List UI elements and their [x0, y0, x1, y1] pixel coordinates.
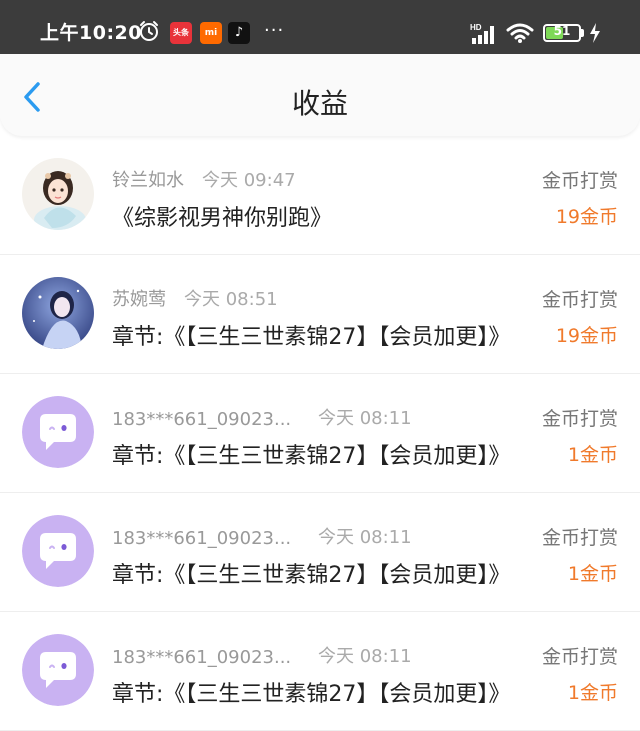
item-title: 章节:《【三生三世素锦27】【会员加更】》: [112, 563, 511, 588]
item-title: 章节:《【三生三世素锦27】【会员加更】》: [112, 444, 511, 469]
sender-name: 183***661_09023...: [112, 528, 292, 549]
alarm-icon: [140, 21, 158, 41]
header-bar: 收益: [0, 54, 640, 136]
sender-name: 183***661_09023...: [112, 647, 292, 668]
avatar[interactable]: [22, 277, 94, 349]
list-item[interactable]: 183***661_09023... 今天 08:11 章节:《【三生三世素锦27…: [0, 612, 640, 731]
battery-tip: [581, 29, 584, 37]
item-meta: 铃兰如水 今天 09:47: [112, 166, 296, 192]
sender-name: 183***661_09023...: [112, 409, 292, 430]
charging-icon: [590, 23, 600, 43]
more-notifications-icon: ···: [264, 20, 285, 41]
svg-text:HD: HD: [470, 23, 482, 32]
tiktok-app-icon: ♪: [228, 22, 250, 44]
reward-type: 金币打赏: [541, 408, 618, 430]
item-time: 今天 08:11: [318, 408, 412, 429]
sender-name: 铃兰如水: [112, 170, 184, 191]
toutiao-app-icon: 头条: [170, 22, 192, 44]
wifi-icon: [506, 23, 534, 43]
item-meta: 183***661_09023... 今天 08:11: [112, 523, 412, 549]
item-meta: 苏婉莺 今天 08:51: [112, 285, 278, 311]
reward-type: 金币打赏: [541, 646, 618, 668]
item-time: 今天 09:47: [202, 170, 296, 191]
page-title: 收益: [291, 87, 348, 120]
earnings-list: 铃兰如水 今天 09:47 《综影视男神你别跑》 金币打赏 19金币 苏婉莺 今天 …: [0, 136, 640, 731]
reward-amount: 1金币: [567, 444, 618, 466]
item-title: 《综影视男神你别跑》: [112, 206, 333, 231]
reward-amount: 19金币: [555, 325, 618, 347]
item-title: 章节:《【三生三世素锦27】【会员加更】》: [112, 325, 511, 350]
default-avatar-icon[interactable]: [22, 515, 94, 587]
default-avatar-icon[interactable]: [22, 396, 94, 468]
list-item[interactable]: 183***661_09023... 今天 08:11 章节:《【三生三世素锦27…: [0, 493, 640, 612]
item-meta: 183***661_09023... 今天 08:11: [112, 404, 412, 430]
status-time: 上午10:20: [40, 22, 142, 44]
item-meta: 183***661_09023... 今天 08:11: [112, 642, 412, 668]
status-bar: 上午10:20 头条 mi ♪ ··· HD 51: [0, 0, 640, 54]
item-time: 今天 08:11: [318, 646, 412, 667]
item-title: 章节:《【三生三世素锦27】【会员加更】》: [112, 682, 511, 707]
list-item[interactable]: 183***661_09023... 今天 08:11 章节:《【三生三世素锦27…: [0, 374, 640, 493]
mi-app-icon: mi: [200, 22, 222, 44]
item-time: 今天 08:11: [318, 527, 412, 548]
sender-name: 苏婉莺: [112, 289, 166, 310]
battery-percent: 51: [553, 24, 571, 38]
reward-type: 金币打赏: [541, 527, 618, 549]
signal-icon: HD: [470, 23, 494, 44]
battery-icon: 51: [543, 24, 581, 42]
list-item[interactable]: 铃兰如水 今天 09:47 《综影视男神你别跑》 金币打赏 19金币: [0, 136, 640, 255]
avatar[interactable]: [22, 158, 94, 230]
reward-amount: 1金币: [567, 563, 618, 585]
reward-type: 金币打赏: [541, 170, 618, 192]
default-avatar-icon[interactable]: [22, 634, 94, 706]
reward-type: 金币打赏: [541, 289, 618, 311]
item-time: 今天 08:51: [184, 289, 278, 310]
reward-amount: 1金币: [567, 682, 618, 704]
reward-amount: 19金币: [555, 206, 618, 228]
list-item[interactable]: 苏婉莺 今天 08:51 章节:《【三生三世素锦27】【会员加更】》 金币打赏 1…: [0, 255, 640, 374]
